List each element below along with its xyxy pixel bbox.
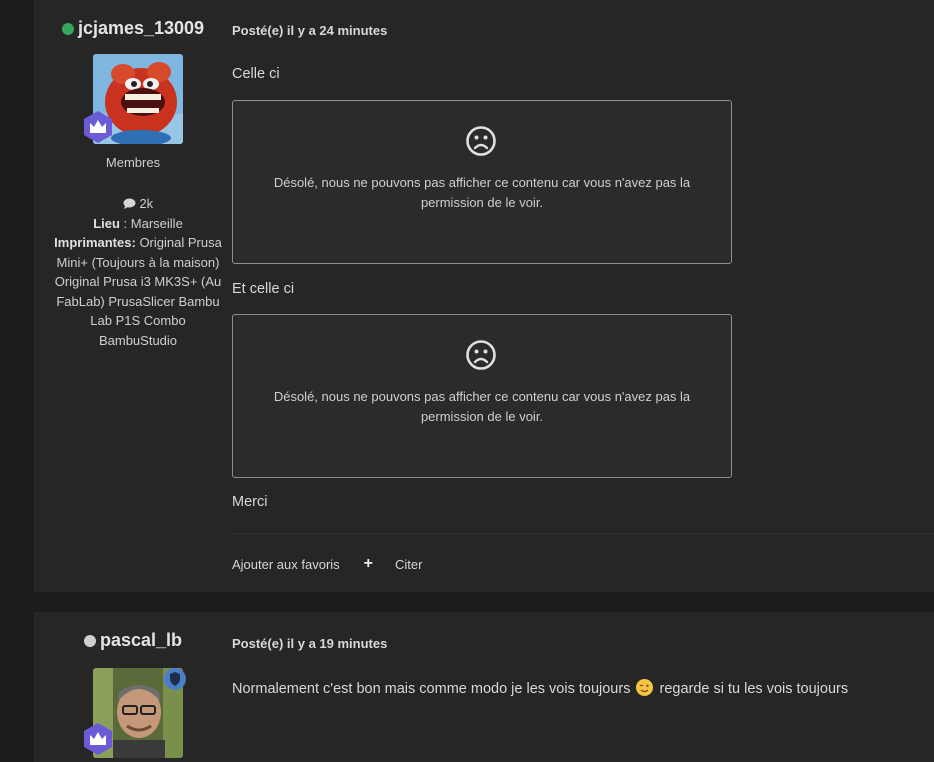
restricted-message: Désolé, nous ne pouvons pas afficher ce … [273, 175, 691, 210]
printers-value: Original Prusa Mini+ (Toujours à la mais… [54, 235, 222, 348]
username-text[interactable]: pascal_lb [100, 630, 182, 651]
wink-emoji-icon [636, 679, 654, 696]
location-label: Lieu [93, 215, 120, 231]
username-text[interactable]: jcjames_13009 [78, 18, 204, 39]
author-info: 2k Lieu : Marseille Imprimantes: Origina… [54, 194, 222, 350]
divider [232, 533, 934, 534]
plus-icon[interactable]: + [364, 555, 373, 573]
add-to-favorites-link[interactable]: Ajouter aux favoris [232, 557, 340, 572]
sad-face-icon [465, 339, 497, 376]
author-username[interactable]: pascal_lb [34, 630, 232, 651]
post-paragraph: Celle ci [232, 66, 280, 82]
offline-status-icon [83, 634, 96, 647]
post-card: jcjames_13009 Membres 2k Lieu: Marseill… [34, 0, 934, 592]
printers-label: Imprimantes: [54, 235, 136, 250]
restricted-content-box: Désolé, nous ne pouvons pas afficher ce … [232, 314, 732, 478]
moderator-shield-icon [163, 667, 187, 696]
post-text-part: regarde si tu les vois toujours [659, 681, 849, 697]
post-paragraph: Merci [232, 494, 268, 510]
comment-icon [123, 196, 140, 211]
post-count-value: 2k [139, 196, 154, 211]
author-username[interactable]: jcjames_13009 [34, 18, 232, 39]
location-row: Lieu : Marseille [93, 215, 183, 231]
printers-row: Imprimantes: Original Prusa Mini+ (Toujo… [54, 233, 222, 350]
rank-crown-icon [81, 722, 115, 756]
post-paragraph: Et celle ci [232, 281, 295, 297]
post-count: 2k [54, 194, 222, 214]
rank-crown-icon [81, 110, 115, 144]
member-group: Membres [105, 155, 161, 170]
restricted-message: Désolé, nous ne pouvons pas afficher ce … [273, 389, 691, 424]
online-status-icon [61, 22, 74, 35]
quote-link[interactable]: Citer [395, 557, 422, 572]
post-timestamp[interactable]: Posté(e) il y a 19 minutes [232, 636, 387, 651]
post-card: pascal_lb Posté(e) il y a 19 minutes Nor… [34, 612, 934, 762]
post-timestamp[interactable]: Posté(e) il y a 24 minutes [232, 23, 387, 38]
sad-face-icon [465, 125, 497, 162]
post-text-part: Normalement c'est bon mais comme modo je… [232, 681, 631, 697]
location-value: Marseille [130, 215, 183, 231]
post-paragraph: Normalement c'est bon mais comme modo je… [232, 679, 848, 697]
restricted-content-box: Désolé, nous ne pouvons pas afficher ce … [232, 100, 732, 264]
post-actions: Ajouter aux favoris + Citer [232, 555, 422, 573]
